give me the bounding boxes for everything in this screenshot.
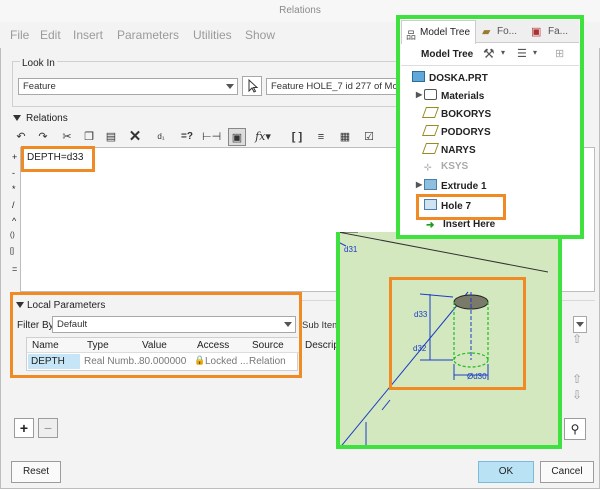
operator-parens[interactable]: () [10,232,15,239]
operator-plus[interactable]: + [12,152,17,162]
menu-file[interactable]: File [10,28,29,42]
look-in-feature-value: Feature HOLE_7 id 277 of Mode [271,81,402,92]
relations-label: Relations [26,113,68,124]
switch-dimensions-icon[interactable]: d₁ [152,128,170,146]
verify-relation-label: =? [181,131,193,142]
operator-gutter: + - * / ^ () [] = [10,147,20,292]
paste-icon[interactable]: ▤ [102,128,120,146]
chevron-down-icon [226,84,234,89]
copy-icon[interactable]: ❐ [80,128,98,146]
menu-show[interactable]: Show [245,28,275,42]
find-button[interactable]: ⚲ [564,418,586,440]
verify-relation-icon[interactable]: =? [178,128,196,146]
chevron-down-icon [576,322,584,327]
relation-line[interactable]: DEPTH=d33 [27,152,83,163]
operator-power[interactable]: ^ [12,216,16,226]
window-title: Relations [279,5,321,16]
local-params-highlight [10,292,302,378]
look-in-type-select[interactable]: Feature [18,78,238,95]
operator-divide[interactable]: / [12,200,15,210]
insert-function-label: fx [255,130,266,143]
undo-icon[interactable]: ↶ [12,128,30,146]
minus-icon: − [43,420,53,436]
ok-button[interactable]: OK [478,461,534,483]
cursor-arrow-icon [248,78,259,93]
add-parameter-button[interactable]: + [14,418,34,438]
operator-minus[interactable]: - [12,168,15,178]
menu-parameters[interactable]: Parameters [117,28,179,42]
verify-check-icon[interactable]: ☑ [360,128,378,146]
units-icon[interactable]: ▦ [336,128,354,146]
operator-multiply[interactable]: * [12,184,16,194]
look-in-type-value: Feature [23,81,56,92]
menu-insert[interactable]: Insert [73,28,103,42]
insert-function-icon[interactable]: fx▾ [254,128,272,146]
redo-icon[interactable]: ↷ [34,128,52,146]
remove-parameter-button[interactable]: − [38,418,58,438]
operator-brackets[interactable]: [] [10,248,14,255]
menu-edit[interactable]: Edit [40,28,61,42]
select-feature-button[interactable] [242,76,262,96]
cut-icon[interactable]: ✂ [58,128,76,146]
plus-icon: + [19,420,29,436]
operator-equals[interactable]: = [12,264,17,274]
move-buttons: ⇧ ⇧ ⇩ [568,332,588,407]
sub-item-select[interactable] [573,316,587,333]
move-up-alt-icon[interactable]: ⇧ [572,372,582,386]
show-dimension-icon[interactable]: ▣ [228,128,246,146]
look-in-feature-field[interactable]: Feature HOLE_7 id 277 of Mode [266,78,402,95]
insert-parameter-icon[interactable]: [ ] [288,128,306,146]
move-down-icon[interactable]: ⇩ [572,388,582,402]
evaluate-icon[interactable]: ⊢⊣ [202,128,221,146]
collapse-relations-icon[interactable] [13,115,21,121]
look-in-label: Look In [20,58,57,69]
menu-utilities[interactable]: Utilities [193,28,232,42]
col-description[interactable]: Descrip [305,340,339,351]
reset-button[interactable]: Reset [11,461,61,483]
sort-relations-icon[interactable]: ≡ [312,128,330,146]
model-tree-green-highlight [396,15,584,239]
sub-item-label: Sub Item [302,320,338,331]
binoculars-icon: ⚲ [570,422,580,436]
delete-icon[interactable]: ✕ [126,128,144,146]
move-up-icon[interactable]: ⇧ [572,332,582,346]
cancel-button[interactable]: Cancel [540,461,594,483]
viewport-green-highlight [336,232,562,449]
